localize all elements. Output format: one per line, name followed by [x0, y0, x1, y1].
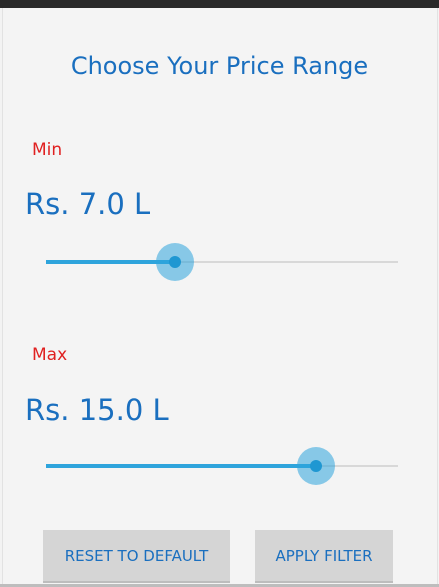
apply-button-label: APPLY FILTER — [275, 547, 373, 565]
min-slider-thumb-dot — [169, 256, 181, 268]
max-label: Max — [32, 345, 68, 365]
max-value: Rs. 15.0 L — [25, 393, 169, 427]
max-slider-fill — [46, 464, 316, 468]
reset-button-label: RESET TO DEFAULT — [64, 547, 209, 565]
dialog-title: Choose Your Price Range — [70, 52, 369, 80]
min-label: Min — [32, 140, 63, 160]
max-price-slider[interactable] — [46, 446, 398, 486]
max-slider-thumb[interactable] — [297, 447, 335, 485]
reset-to-default-button[interactable]: RESET TO DEFAULT — [43, 530, 230, 583]
min-slider-thumb[interactable] — [156, 243, 194, 281]
apply-filter-button[interactable]: APPLY FILTER — [255, 530, 393, 583]
status-bar — [0, 0, 439, 8]
min-value: Rs. 7.0 L — [25, 187, 151, 221]
min-price-slider[interactable] — [46, 242, 398, 282]
max-slider-thumb-dot — [310, 460, 322, 472]
price-range-dialog — [2, 8, 438, 587]
